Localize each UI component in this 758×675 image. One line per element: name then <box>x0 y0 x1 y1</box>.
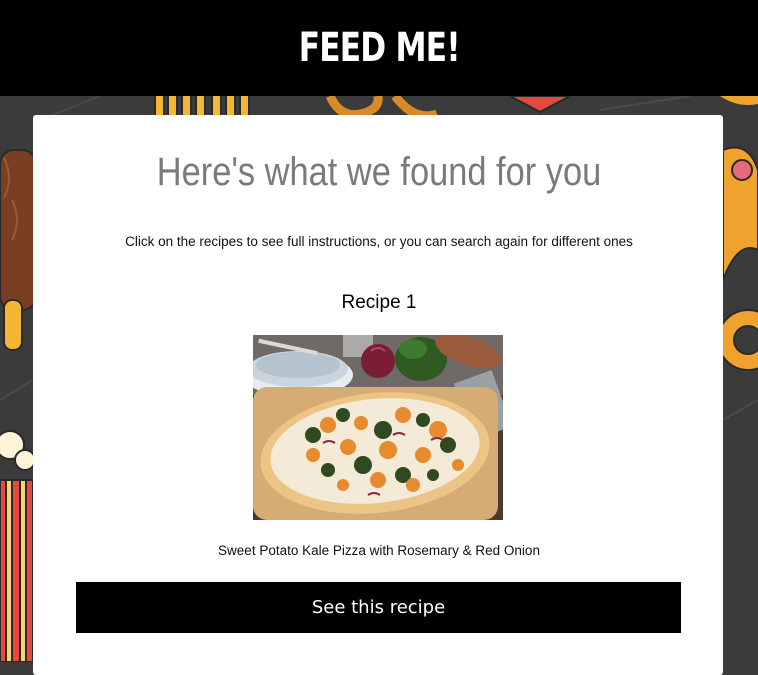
recipe-name: Sweet Potato Kale Pizza with Rosemary & … <box>218 543 540 558</box>
results-heading: Here's what we found for you <box>156 150 602 194</box>
site-header: FEED ME! <box>0 0 758 96</box>
recipe-image[interactable] <box>253 335 503 520</box>
see-recipe-button[interactable]: See this recipe <box>76 582 681 633</box>
recipe-number-label: Recipe 1 <box>341 292 417 313</box>
results-subtext: Click on the recipes to see full instruc… <box>125 234 633 249</box>
pizza-photo <box>253 335 503 520</box>
site-title[interactable]: FEED ME! <box>298 25 460 71</box>
